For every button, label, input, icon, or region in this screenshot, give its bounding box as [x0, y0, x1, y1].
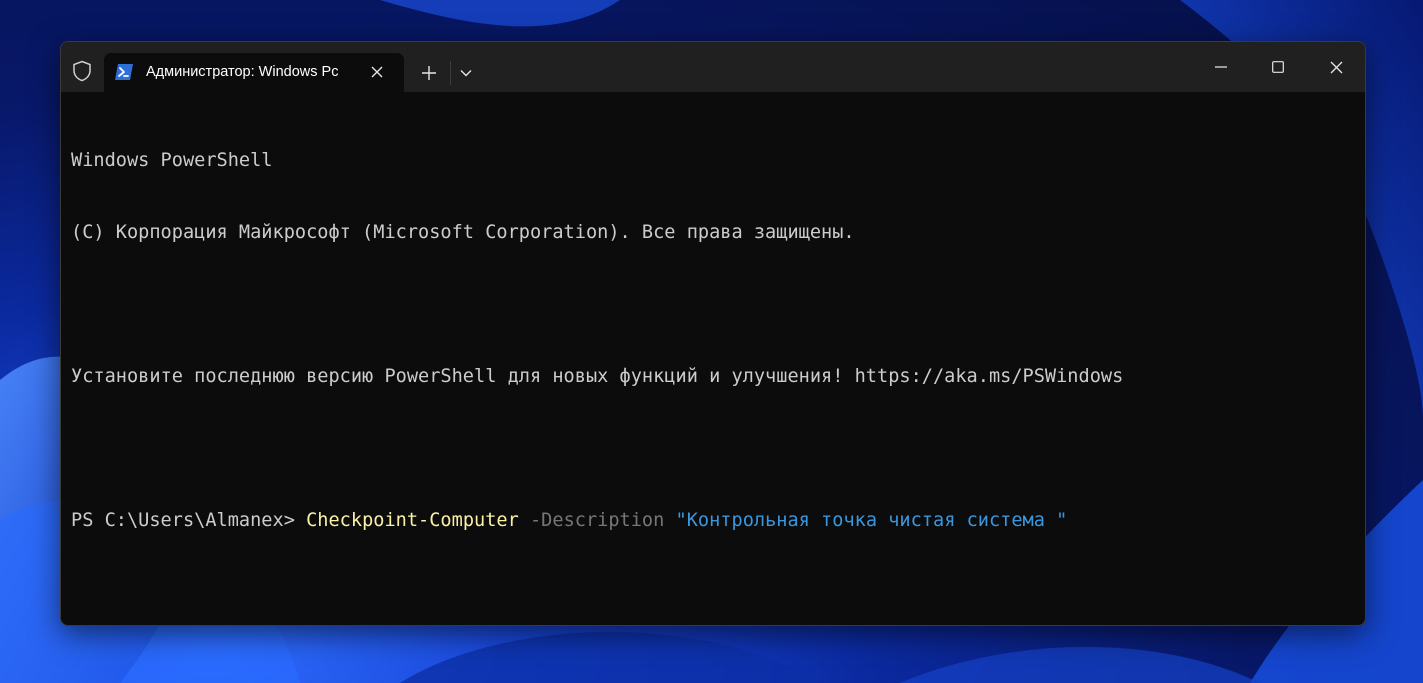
terminal-line-empty: [71, 293, 1351, 317]
command-argument: "Контрольная точка чистая система ": [664, 510, 1068, 531]
terminal-line-copyright: (C) Корпорация Майкрософт (Microsoft Cor…: [71, 222, 855, 243]
terminal-line-update-notice: Установите последнюю версию PowerShell д…: [71, 366, 1124, 387]
terminal-line-header: Windows PowerShell: [71, 150, 273, 171]
tab-powershell[interactable]: Администратор: Windows Pc: [104, 53, 404, 92]
maximize-icon: [1272, 61, 1284, 73]
profile-dropdown-button[interactable]: [454, 61, 478, 85]
tab-divider: [450, 61, 451, 85]
chevron-down-icon: [460, 70, 472, 77]
plus-icon: [422, 66, 436, 80]
terminal-output[interactable]: Windows PowerShell (C) Корпорация Майкро…: [71, 101, 1351, 581]
terminal-line-prompt[interactable]: PS C:\Users\Almanex> Checkpoint-Computer…: [71, 509, 1351, 533]
maximize-button[interactable]: [1249, 42, 1307, 92]
new-tab-button[interactable]: [416, 61, 442, 85]
minimize-button[interactable]: [1192, 42, 1250, 92]
command-name: Checkpoint-Computer: [306, 510, 519, 531]
shield-icon: [69, 58, 95, 84]
powershell-icon: [114, 63, 134, 81]
minimize-icon: [1215, 66, 1227, 68]
close-icon[interactable]: [366, 61, 388, 83]
terminal-line-empty: [71, 437, 1351, 461]
close-window-button[interactable]: [1307, 42, 1365, 92]
prompt-text: PS C:\Users\Almanex>: [71, 510, 307, 531]
title-bar[interactable]: Администратор: Windows Pc: [61, 42, 1365, 92]
tab-title: Администратор: Windows Pc: [146, 64, 339, 80]
terminal-window: Администратор: Windows Pc Windows PowerS…: [60, 41, 1366, 626]
close-icon: [1330, 61, 1342, 73]
command-parameter: -Description: [518, 510, 665, 531]
